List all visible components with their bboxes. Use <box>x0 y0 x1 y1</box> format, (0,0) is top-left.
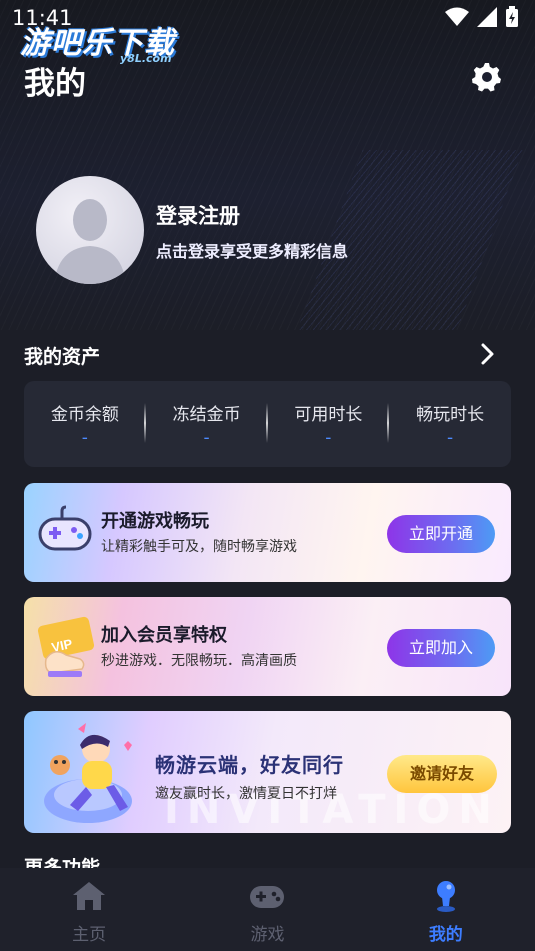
nav-label: 我的 <box>428 925 463 945</box>
promo-subtitle: 秒进游戏．无限畅玩．高清画质 <box>101 653 297 669</box>
battery-icon <box>506 6 518 27</box>
settings-button[interactable] <box>470 60 504 94</box>
promo-invite-friends[interactable]: INVITATION 畅游云端，好友同行 邀友赢时长，激情夏日不打烊 邀请好友 <box>24 711 511 833</box>
nav-profile[interactable]: 我的 <box>357 868 535 951</box>
asset-value: - <box>447 428 454 448</box>
vip-card-illustration-icon: VIP <box>37 616 95 677</box>
nav-label: 主页 <box>72 925 107 945</box>
wifi-icon <box>445 7 469 26</box>
login-register-link[interactable]: 登录注册 <box>156 200 240 230</box>
watermark-sub: y8L.com <box>120 52 172 65</box>
gamepad-icon <box>250 886 285 908</box>
promo-title: 畅游云端，好友同行 <box>155 753 344 777</box>
asset-value: - <box>203 428 210 448</box>
gear-icon <box>472 63 501 92</box>
chevron-right-icon <box>481 343 494 365</box>
profile-icon <box>436 881 455 912</box>
status-icons <box>445 6 519 28</box>
promo-membership[interactable]: VIP 加入会员享特权 秒进游戏．无限畅玩．高清画质 立即加入 <box>24 597 511 696</box>
asset-available-time[interactable]: 可用时长 - <box>268 381 390 467</box>
promo-subtitle: 邀友赢时长，激情夏日不打烊 <box>155 786 337 802</box>
asset-value: - <box>81 428 88 448</box>
home-icon <box>73 882 106 910</box>
invite-friends-button[interactable]: 邀请好友 <box>387 755 497 793</box>
assets-card: 金币余额 - 冻结金币 - 可用时长 - 畅玩时长 - <box>24 381 511 467</box>
promo-title: 开通游戏畅玩 <box>101 511 209 532</box>
asset-value: - <box>325 428 332 448</box>
promo-subtitle: 让精彩触手可及，随时畅享游戏 <box>101 539 297 555</box>
login-subtitle: 点击登录享受更多精彩信息 <box>156 242 349 261</box>
join-now-button[interactable]: 立即加入 <box>387 629 495 667</box>
gamepad-illustration-icon <box>38 505 92 551</box>
asset-label: 冻结金币 <box>172 405 241 425</box>
asset-label: 可用时长 <box>294 405 363 425</box>
avatar[interactable] <box>36 176 144 284</box>
assets-title: 我的资产 <box>24 346 101 368</box>
promo-title: 加入会员享特权 <box>101 625 227 646</box>
nav-games[interactable]: 游戏 <box>178 868 356 951</box>
promo-game-pass[interactable]: 开通游戏畅玩 让精彩触手可及，随时畅享游戏 立即开通 <box>24 483 511 582</box>
asset-coin-balance[interactable]: 金币余额 - <box>24 381 146 467</box>
activate-now-button[interactable]: 立即开通 <box>387 515 495 553</box>
asset-play-time[interactable]: 畅玩时长 - <box>389 381 511 467</box>
default-avatar-icon <box>54 199 126 284</box>
page-title: 我的 <box>24 66 86 102</box>
asset-label: 畅玩时长 <box>416 405 485 425</box>
signal-icon <box>477 7 497 27</box>
nav-label: 游戏 <box>250 925 285 945</box>
bottom-nav: 主页 游戏 我的 <box>0 868 535 951</box>
asset-frozen-coins[interactable]: 冻结金币 - <box>146 381 268 467</box>
nav-home[interactable]: 主页 <box>0 868 178 951</box>
friends-illustration-icon <box>44 723 132 823</box>
assets-more-button[interactable] <box>474 340 502 368</box>
asset-label: 金币余额 <box>50 405 119 425</box>
watermark-logo: 游吧乐下载 y8L.com <box>20 18 175 65</box>
